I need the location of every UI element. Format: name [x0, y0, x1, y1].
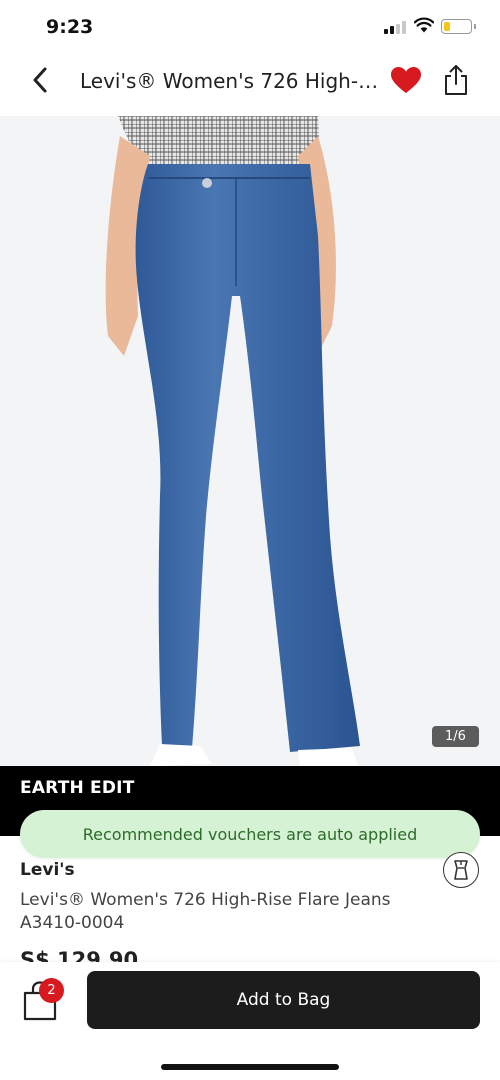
size-guide-icon	[454, 860, 468, 880]
chevron-left-icon	[33, 67, 47, 93]
wishlist-button[interactable]	[388, 63, 424, 97]
battery-level	[444, 22, 450, 31]
status-bar: 9:23	[0, 0, 500, 50]
signal-icon	[384, 21, 406, 34]
jeans-photo	[0, 116, 500, 766]
home-indicator	[161, 1064, 339, 1070]
product-price: S$ 129.90	[20, 948, 139, 962]
wifi-icon	[414, 17, 434, 33]
share-icon	[445, 65, 467, 95]
status-time: 9:23	[46, 16, 94, 38]
size-guide-button[interactable]	[443, 852, 479, 888]
gallery-page-indicator: 1/6	[432, 726, 479, 747]
brand-name[interactable]: Levi's	[20, 860, 75, 880]
back-button[interactable]	[22, 62, 58, 98]
share-button[interactable]	[438, 61, 474, 99]
voucher-toast: Recommended vouchers are auto applied	[20, 810, 480, 858]
bag-count-badge: 2	[39, 978, 64, 1003]
page-title: Levi's® Women's 726 High-Rise Flare Jean…	[80, 69, 380, 93]
bottom-action-bar: 2 Add to Bag	[0, 962, 500, 1080]
product-image[interactable]	[0, 116, 500, 766]
price-container: S$ 129.90	[20, 948, 220, 962]
nav-bar: Levi's® Women's 726 High-Rise Flare Jean…	[0, 50, 500, 116]
heart-icon	[391, 67, 421, 93]
voucher-message: Recommended vouchers are auto applied	[82, 824, 418, 844]
earth-edit-label: EARTH EDIT	[20, 778, 135, 798]
product-name: Levi's® Women's 726 High-Rise Flare Jean…	[20, 890, 391, 933]
battery-icon	[441, 19, 476, 34]
add-to-bag-button[interactable]: Add to Bag	[87, 971, 480, 1029]
